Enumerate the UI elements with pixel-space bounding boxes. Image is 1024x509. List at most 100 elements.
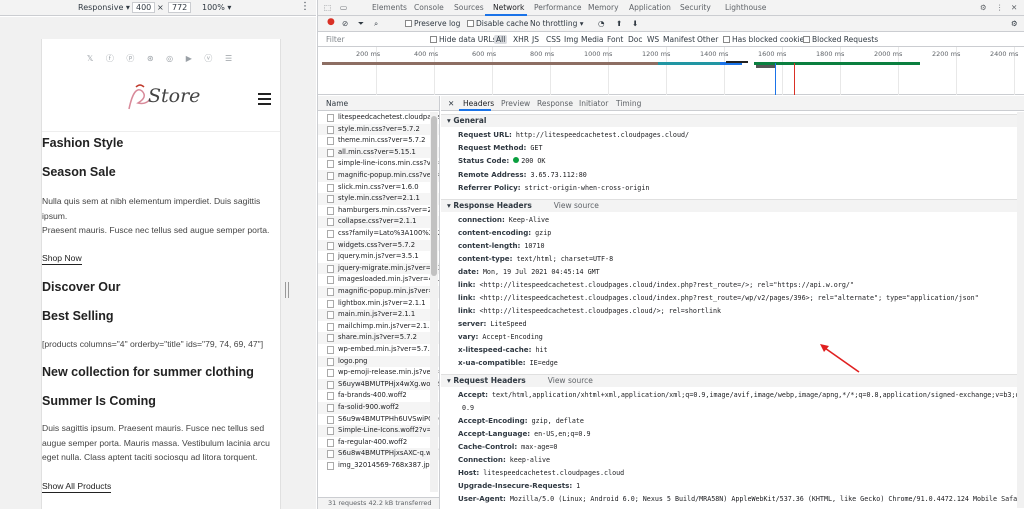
request-row[interactable]: style.min.css?ver=5.7.2 xyxy=(318,123,439,136)
preserve-log-checkbox[interactable]: Preserve log xyxy=(405,19,460,28)
height-input[interactable]: 772 xyxy=(168,2,192,13)
view-source-link[interactable]: View source xyxy=(548,376,593,385)
request-row[interactable]: magnific-popup.min.js?ver=2. xyxy=(318,286,439,298)
import-icon[interactable]: ⬆ xyxy=(616,19,622,28)
device-toggle-icon[interactable]: ▭ xyxy=(340,3,347,12)
request-row[interactable]: wp-embed.min.js?ver=5.7.2 xyxy=(318,344,439,356)
filter-all[interactable]: All xyxy=(494,35,508,44)
tab-timing[interactable]: Timing xyxy=(616,99,641,108)
section-request-headers[interactable]: ▾ Request Headers View source xyxy=(441,374,1024,387)
request-row[interactable]: slick.min.css?ver=1.6.0 xyxy=(318,182,439,194)
resize-handle[interactable] xyxy=(285,282,289,298)
request-row[interactable]: lightbox.min.js?ver=2.1.1 xyxy=(318,298,439,310)
request-row[interactable]: litespeedcachetest.cloudpage xyxy=(318,112,439,124)
request-row[interactable]: S6u8w4BMUTPHjxsAXC-q.wof xyxy=(318,448,439,460)
throttling-select[interactable]: No throttling ▾ xyxy=(530,19,584,28)
tab-performance[interactable]: Performance xyxy=(534,3,582,12)
request-row[interactable]: main.min.js?ver=2.1.1 xyxy=(318,309,439,321)
tab-security[interactable]: Security xyxy=(680,3,711,12)
request-row[interactable]: hamburgers.min.css?ver=2.1.1 xyxy=(318,205,439,217)
tab-preview[interactable]: Preview xyxy=(501,99,530,108)
request-row[interactable]: simple-line-icons.min.css?ver= xyxy=(318,158,439,170)
blocked-cookies-checkbox[interactable]: Has blocked cookies xyxy=(723,35,808,44)
disable-cache-checkbox[interactable]: Disable cache xyxy=(467,19,528,28)
request-row[interactable]: magnific-popup.min.css?ver=5 xyxy=(318,170,439,182)
filter-xhr[interactable]: XHR xyxy=(513,35,529,44)
tab-response[interactable]: Response xyxy=(537,99,573,108)
request-list-scrollbar[interactable] xyxy=(430,112,438,492)
request-row[interactable]: imagesloaded.min.js?ver=4.1. xyxy=(318,274,439,286)
filter-manifest[interactable]: Manifest xyxy=(663,35,695,44)
tab-console[interactable]: Console xyxy=(414,3,444,12)
clear-icon[interactable]: ⊘ xyxy=(342,19,348,28)
request-row[interactable]: S6u9w4BMUTPHh6UVSwiPGQ xyxy=(318,414,439,426)
zoom-select[interactable]: 100% ▾ xyxy=(202,3,231,12)
export-icon[interactable]: ⬇ xyxy=(632,19,638,28)
tab-lighthouse[interactable]: Lighthouse xyxy=(725,3,766,12)
show-all-products-link[interactable]: Show All Products xyxy=(42,481,112,493)
section-response-headers[interactable]: ▾ Response Headers View source xyxy=(441,199,1024,212)
tab-application[interactable]: Application xyxy=(629,3,671,12)
wifi-icon[interactable]: ◔ xyxy=(598,19,605,28)
shop-now-link[interactable]: Shop Now xyxy=(42,253,82,265)
filter-img[interactable]: Img xyxy=(564,35,578,44)
more-menu-icon[interactable]: ⋮ xyxy=(996,3,1004,12)
request-row[interactable]: wp-emoji-release.min.js?ver=5 xyxy=(318,367,439,379)
request-row[interactable]: share.min.js?ver=5.7.2 xyxy=(318,332,439,344)
request-row[interactable]: fa-regular-400.woff2 xyxy=(318,437,439,449)
request-row[interactable]: style.min.css?ver=2.1.1 xyxy=(318,193,439,205)
request-row[interactable]: logo.png xyxy=(318,355,439,368)
filter-font[interactable]: Font xyxy=(607,35,623,44)
request-row[interactable]: widgets.css?ver=5.7.2 xyxy=(318,239,439,252)
blocked-requests-checkbox[interactable]: Blocked Requests xyxy=(803,35,878,44)
store-logo[interactable]: Store xyxy=(124,77,204,117)
filter-icon[interactable]: ⏷ xyxy=(358,19,364,29)
filter-input[interactable]: Filter xyxy=(326,35,345,44)
inspect-icon[interactable]: ⬚ xyxy=(324,3,331,12)
network-settings-icon[interactable]: ⚙ xyxy=(1011,19,1018,28)
tab-elements[interactable]: Elements xyxy=(372,3,407,12)
tab-memory[interactable]: Memory xyxy=(588,3,619,12)
tick-800: 800 ms xyxy=(530,50,555,58)
filter-media[interactable]: Media xyxy=(581,35,604,44)
request-row[interactable]: jquery-migrate.min.js?ver=3.3 xyxy=(318,262,439,275)
more-options-icon[interactable]: ⋮ xyxy=(300,1,310,12)
close-detail-icon[interactable]: ✕ xyxy=(448,99,454,108)
hide-data-urls-checkbox[interactable]: Hide data URLs xyxy=(430,35,497,44)
device-select[interactable]: Responsive ▾ xyxy=(78,3,130,12)
request-row[interactable]: css?family=Lato%3A100%2C2 xyxy=(318,228,439,240)
filter-css[interactable]: CSS xyxy=(546,35,561,44)
request-row[interactable]: Simple-Line-Icons.woff2?v=2. xyxy=(318,425,439,437)
settings-icon[interactable]: ⚙ xyxy=(980,3,987,12)
request-row[interactable]: theme.min.css?ver=5.7.2 xyxy=(318,135,439,147)
request-row[interactable]: img_32014569-768x387.jpg xyxy=(318,460,439,472)
header-divider xyxy=(42,131,280,132)
filter-other[interactable]: Other xyxy=(697,35,718,44)
request-row[interactable]: S6uyw4BMUTPHjx4wXg.woff2 xyxy=(318,378,439,391)
tab-sources[interactable]: Sources xyxy=(454,3,484,12)
social-icons-bar[interactable]: 𝕏 ⓕ ⓟ ⊛ ◎ ▶ ⓥ ☰ xyxy=(42,53,280,64)
filter-doc[interactable]: Doc xyxy=(628,35,643,44)
headers-scrollbar[interactable] xyxy=(1017,112,1024,508)
request-list-header[interactable]: Name xyxy=(318,96,439,111)
request-row[interactable]: mailchimp.min.js?ver=2.1.1 xyxy=(318,321,439,333)
tab-headers[interactable]: Headers xyxy=(463,99,494,108)
search-icon[interactable]: ⌕ xyxy=(374,19,378,29)
request-row[interactable]: all.min.css?ver=5.15.1 xyxy=(318,146,439,159)
hamburger-menu-icon[interactable] xyxy=(258,93,271,105)
section-general[interactable]: ▾ General xyxy=(441,114,1024,127)
record-icon[interactable]: ● xyxy=(327,17,335,27)
view-source-link[interactable]: View source xyxy=(554,201,599,210)
width-input[interactable]: 400 xyxy=(132,2,156,13)
request-row[interactable]: fa-solid-900.woff2 xyxy=(318,402,439,414)
network-overview[interactable]: 200 ms 400 ms 600 ms 800 ms 1000 ms 1200… xyxy=(318,47,1024,95)
header-value: <http://litespeedcachetest.cloudpages.cl… xyxy=(479,281,854,289)
filter-js[interactable]: JS xyxy=(532,35,539,44)
filter-ws[interactable]: WS xyxy=(647,35,659,44)
close-icon[interactable]: ✕ xyxy=(1011,3,1017,12)
request-row[interactable]: fa-brands-400.woff2 xyxy=(318,390,439,402)
request-row[interactable]: collapse.css?ver=2.1.1 xyxy=(318,216,439,228)
tab-network[interactable]: Network xyxy=(493,3,524,12)
tab-initiator[interactable]: Initiator xyxy=(579,99,608,108)
request-row[interactable]: jquery.min.js?ver=3.5.1 xyxy=(318,251,439,263)
